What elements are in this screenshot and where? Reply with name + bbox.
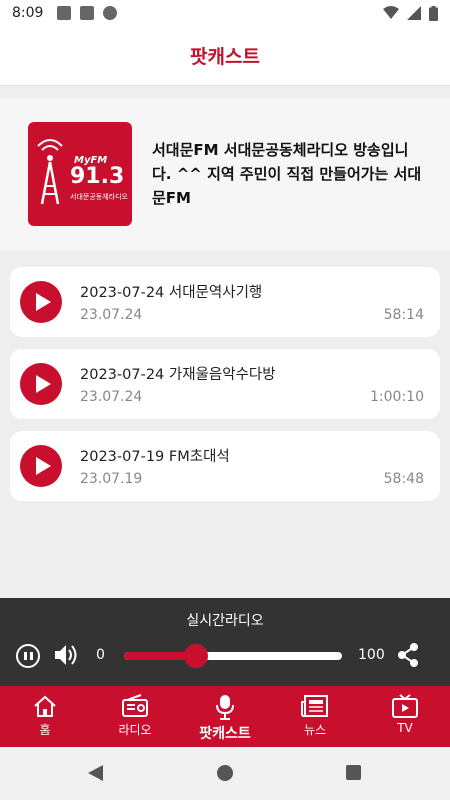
nav-tv-label: TV: [397, 721, 413, 735]
tv-icon: [392, 694, 418, 718]
player-title: 실시간라디오: [186, 613, 264, 629]
channel-logo: MyFM 91.3 서대문공동체라디오: [28, 122, 132, 226]
page-title: 팟캐스트: [190, 46, 260, 68]
home-button-icon[interactable]: [217, 765, 233, 781]
system-navigation-bar: [0, 747, 450, 800]
nav-news-label: 뉴스: [303, 723, 327, 737]
channel-description: 서대문FM 서대문공동체라디오 방송입니다. ^^ 지역 주민이 직접 만들어가…: [152, 141, 422, 207]
nav-podcast[interactable]: 팟캐스트: [180, 686, 270, 747]
episode-item[interactable]: 2023-07-24 서대문역사기행 23.07.24 58:14: [10, 267, 440, 337]
microphone-icon: [216, 695, 234, 720]
wifi-icon: [383, 6, 399, 19]
nav-home-label: 홈: [39, 723, 51, 737]
volume-min-label: 0: [96, 647, 105, 663]
play-icon[interactable]: [20, 445, 62, 487]
episode-title: 2023-07-24 서대문역사기행: [80, 285, 263, 301]
bottom-navigation: 홈 라디오 팟캐스트 뉴스 TV: [0, 686, 450, 747]
episode-date: 23.07.19: [80, 471, 143, 487]
radio-icon: [122, 694, 148, 717]
status-time: 8:09: [12, 5, 44, 21]
logo-frequency: 91.3: [70, 164, 125, 189]
nav-home[interactable]: 홈: [0, 686, 90, 747]
back-icon[interactable]: [88, 765, 103, 781]
pause-icon[interactable]: [16, 644, 40, 668]
signal-icon: [407, 6, 421, 20]
episode-duration: 58:14: [383, 307, 424, 323]
status-bar: 8:09: [0, 0, 450, 26]
channel-info: MyFM 91.3 서대문공동체라디오 서대문FM 서대문공동체라디오 방송입니…: [0, 98, 450, 250]
episode-date: 23.07.24: [80, 389, 143, 405]
live-radio-player: 실시간라디오 0 100: [0, 598, 450, 686]
volume-icon[interactable]: [53, 642, 79, 668]
volume-slider-thumb[interactable]: [183, 644, 208, 668]
nav-radio-label: 라디오: [118, 723, 152, 737]
nav-tv[interactable]: TV: [360, 686, 450, 747]
notification-icon: [103, 6, 118, 20]
play-icon[interactable]: [20, 363, 62, 405]
episode-duration: 1:00:10: [370, 389, 424, 405]
episode-title: 2023-07-24 가재울음악수다방: [80, 367, 276, 383]
play-icon[interactable]: [20, 281, 62, 323]
notification-icon: [80, 6, 95, 20]
app-header: 팟캐스트: [0, 26, 450, 86]
episode-duration: 58:48: [383, 471, 424, 487]
nav-news[interactable]: 뉴스: [270, 686, 360, 747]
logo-subtitle: 서대문공동체라디오: [70, 193, 128, 201]
nav-radio[interactable]: 라디오: [90, 686, 180, 747]
volume-slider[interactable]: [124, 644, 342, 668]
volume-max-label: 100: [358, 647, 385, 663]
nav-podcast-label: 팟캐스트: [199, 726, 251, 742]
recents-icon[interactable]: [346, 765, 361, 780]
newspaper-icon: [301, 695, 328, 717]
episode-item[interactable]: 2023-07-24 가재울음악수다방 23.07.24 1:00:10: [10, 349, 440, 419]
share-icon[interactable]: [396, 642, 420, 668]
home-icon: [34, 695, 56, 717]
battery-icon: [429, 5, 438, 21]
episode-item[interactable]: 2023-07-19 FM초대석 23.07.19 58:48: [10, 431, 440, 501]
episode-title: 2023-07-19 FM초대석: [80, 449, 230, 465]
episode-date: 23.07.24: [80, 307, 143, 323]
notification-icon: [57, 6, 72, 20]
episode-list: 2023-07-24 서대문역사기행 23.07.24 58:14 2023-0…: [10, 267, 440, 513]
